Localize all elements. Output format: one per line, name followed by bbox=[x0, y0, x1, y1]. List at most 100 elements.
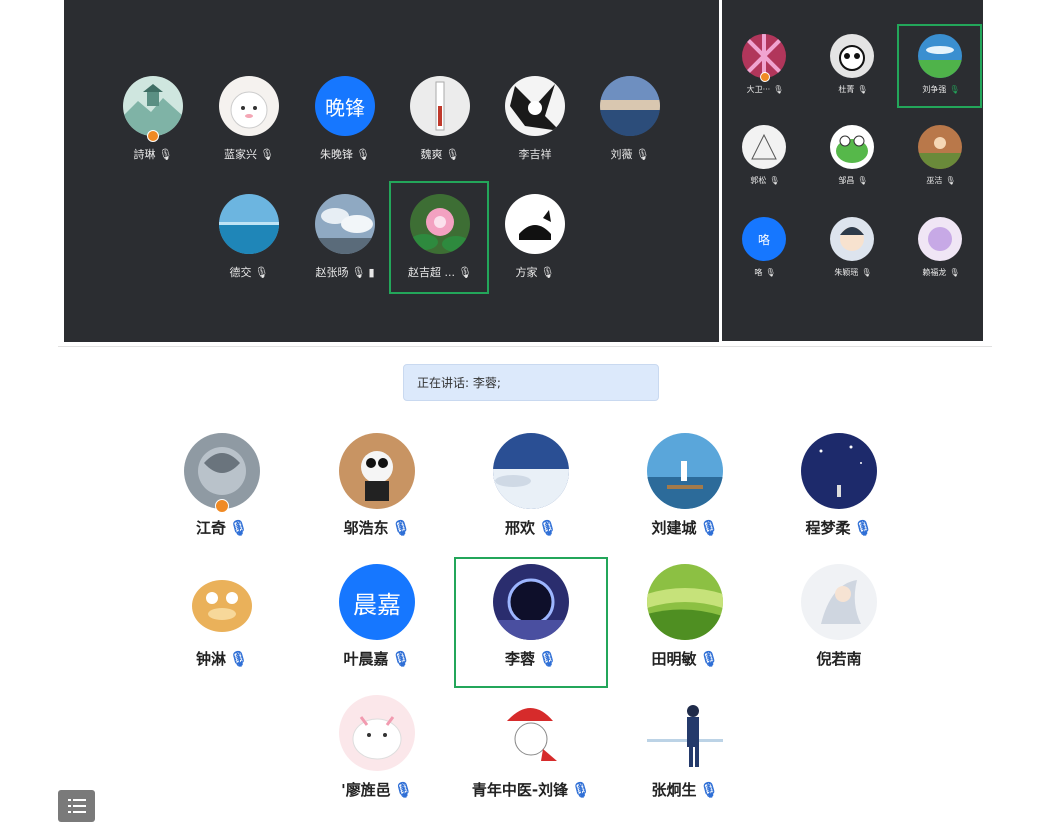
participant-name: 程梦柔 bbox=[805, 519, 851, 537]
participant-name: '廖旌邑 bbox=[341, 781, 391, 799]
participant-name: 朱晚锋 bbox=[320, 148, 354, 161]
mic-muted-icon: 🎙 bbox=[158, 147, 173, 161]
host-badge-icon bbox=[215, 499, 229, 513]
participant-name: 魏爽 bbox=[420, 148, 443, 161]
participant-tile[interactable]: 李蓉 🎙 bbox=[493, 564, 569, 674]
mic-icon: 🎙 bbox=[391, 649, 411, 668]
mic-icon: 🎙 bbox=[857, 85, 868, 94]
participant-tile[interactable]: 邬浩东 🎙 bbox=[339, 433, 415, 543]
participant-tile[interactable]: 邹昌 🎙 bbox=[830, 125, 876, 191]
participant-tile[interactable]: 张炯生 🎙 bbox=[647, 695, 723, 805]
participant-tile[interactable]: 晚锋 朱晚锋 🎙 bbox=[315, 76, 375, 166]
mic-icon: 🎙 bbox=[228, 518, 249, 537]
participant-tile[interactable]: 方家 🎙 bbox=[505, 194, 565, 284]
participant-tile[interactable]: 青年中医-刘锋 🎙 bbox=[472, 695, 590, 805]
participant-tile[interactable]: 刘建城 🎙 bbox=[647, 433, 723, 543]
participant-name: 邬浩东 bbox=[343, 519, 389, 537]
host-badge-icon bbox=[147, 130, 159, 142]
avatar bbox=[219, 76, 279, 136]
participant-tile[interactable]: 李吉祥 bbox=[505, 76, 565, 166]
participant-tile[interactable]: 巫洁 🎙 bbox=[918, 125, 964, 191]
avatar: 晨嘉 bbox=[339, 564, 415, 640]
mic-icon: 🎙 bbox=[699, 518, 719, 537]
participant-tile[interactable]: 江奇 🎙 bbox=[184, 433, 260, 543]
mic-icon: 🎙 bbox=[853, 518, 873, 537]
participant-tile[interactable]: 刘争强 🎙 bbox=[918, 34, 964, 100]
host-badge-icon bbox=[760, 72, 770, 82]
mic-icon: 🎙 bbox=[699, 649, 719, 668]
participant-name: 巫洁 bbox=[926, 176, 943, 185]
participant-tile[interactable]: 朱颖瑶 🎙 bbox=[830, 217, 876, 283]
mic-muted-icon: 🎙 bbox=[540, 265, 555, 279]
participant-tile[interactable]: 田明敏 🎙 bbox=[647, 564, 723, 674]
avatar bbox=[647, 564, 723, 640]
meeting-grid-panel-3: 正在讲话: 李蓉; 江奇 🎙 邬浩东 🎙 邢欢 🎙 刘建城 🎙 程梦柔 🎙 钟淋 🎙 晨嘉 … bbox=[58, 348, 992, 837]
avatar bbox=[184, 433, 260, 509]
participant-name: 德交 bbox=[229, 266, 252, 279]
participant-tile[interactable]: 钟淋 🎙 bbox=[184, 564, 260, 674]
participant-tile[interactable]: 赖福龙 🎙 bbox=[918, 217, 964, 283]
avatar bbox=[647, 695, 723, 771]
participant-name: 李吉祥 bbox=[518, 148, 552, 161]
participant-tile[interactable]: 杜菁 🎙 bbox=[830, 34, 876, 100]
participant-tile[interactable]: 德交 🎙 bbox=[219, 194, 279, 284]
participant-name: 郭松 bbox=[750, 176, 767, 185]
participant-tile[interactable]: 赵吉超 ... 🎙 bbox=[408, 194, 472, 284]
participant-tile[interactable]: 咯 咯 🎙 bbox=[742, 217, 788, 283]
participant-name: 张炯生 bbox=[651, 781, 697, 799]
participant-tile[interactable]: 晨嘉 叶晨嘉 🎙 bbox=[339, 564, 415, 674]
menu-list-button[interactable] bbox=[58, 790, 95, 822]
participant-name: 杜菁 bbox=[838, 85, 855, 94]
avatar bbox=[600, 76, 660, 136]
mic-muted-icon: 🎙 bbox=[857, 176, 868, 185]
participant-tile[interactable]: 郭松 🎙 bbox=[742, 125, 788, 191]
avatar bbox=[493, 433, 569, 509]
participant-name: 叶晨嘉 bbox=[343, 650, 389, 668]
mic-muted-icon: 🎙 bbox=[949, 268, 960, 277]
avatar bbox=[742, 125, 786, 169]
mic-icon: 🎙 bbox=[391, 518, 411, 537]
meeting-grid-panel-2: 大卫··· 🎙 杜菁 🎙 刘争强 🎙 郭松 🎙 邹昌 🎙 巫洁 🎙 咯 咯 🎙 朱颖瑶 🎙 赖福… bbox=[722, 0, 983, 341]
mic-icon: 🎙 bbox=[537, 518, 558, 537]
avatar bbox=[918, 125, 962, 169]
avatar bbox=[493, 695, 569, 771]
avatar bbox=[918, 217, 962, 261]
avatar bbox=[505, 194, 565, 254]
participant-name: 大卫··· bbox=[746, 85, 771, 94]
participant-name: 邢欢 bbox=[504, 519, 535, 537]
participant-name: 赖福龙 bbox=[922, 268, 947, 277]
avatar bbox=[830, 34, 874, 78]
participant-name: 邹昌 bbox=[838, 176, 855, 185]
avatar bbox=[801, 564, 877, 640]
mic-muted-icon: 🎙 bbox=[635, 147, 650, 161]
participant-tile[interactable]: 刘薇 🎙 bbox=[600, 76, 660, 166]
participant-name: 赵张旸 bbox=[315, 266, 349, 279]
participant-tile[interactable]: 詩琳 🎙 bbox=[123, 76, 183, 166]
avatar bbox=[339, 433, 415, 509]
participant-tile[interactable]: 魏爽 🎙 bbox=[410, 76, 470, 166]
participant-tile[interactable]: 大卫··· 🎙 bbox=[742, 34, 788, 100]
list-icon bbox=[68, 799, 86, 813]
signal-strength-icon: ▮ bbox=[368, 265, 375, 279]
avatar bbox=[410, 194, 470, 254]
mic-muted-icon: 🎙 bbox=[773, 85, 784, 94]
participant-tile[interactable]: 蓝家兴 🎙 bbox=[219, 76, 279, 166]
participant-name: 田明敏 bbox=[651, 650, 697, 668]
participant-name: 赵吉超 ... bbox=[408, 266, 456, 279]
mic-muted-icon: 🎙 bbox=[445, 147, 460, 161]
participant-name: 刘薇 bbox=[610, 148, 633, 161]
participant-tile[interactable]: 程梦柔 🎙 bbox=[801, 433, 877, 543]
mic-muted-icon: 🎙 bbox=[945, 176, 956, 185]
participant-name: 朱颖瑶 bbox=[834, 268, 859, 277]
mic-muted-icon: 🎙 bbox=[356, 147, 370, 161]
mic-icon: 🎙 bbox=[571, 780, 591, 799]
mic-icon: 🎙 bbox=[228, 649, 249, 668]
participant-tile[interactable]: 倪若南 bbox=[801, 564, 877, 674]
participant-tile[interactable]: 赵张旸 🎙 ▮ bbox=[315, 194, 375, 284]
mic-muted-icon: 🎙 bbox=[254, 265, 269, 279]
avatar bbox=[830, 217, 874, 261]
participant-tile[interactable]: '廖旌邑 🎙 bbox=[339, 695, 415, 805]
participant-name: 刘争强 bbox=[922, 85, 947, 94]
participant-tile[interactable]: 邢欢 🎙 bbox=[493, 433, 569, 543]
mic-muted-icon: 🎙 bbox=[351, 265, 366, 279]
